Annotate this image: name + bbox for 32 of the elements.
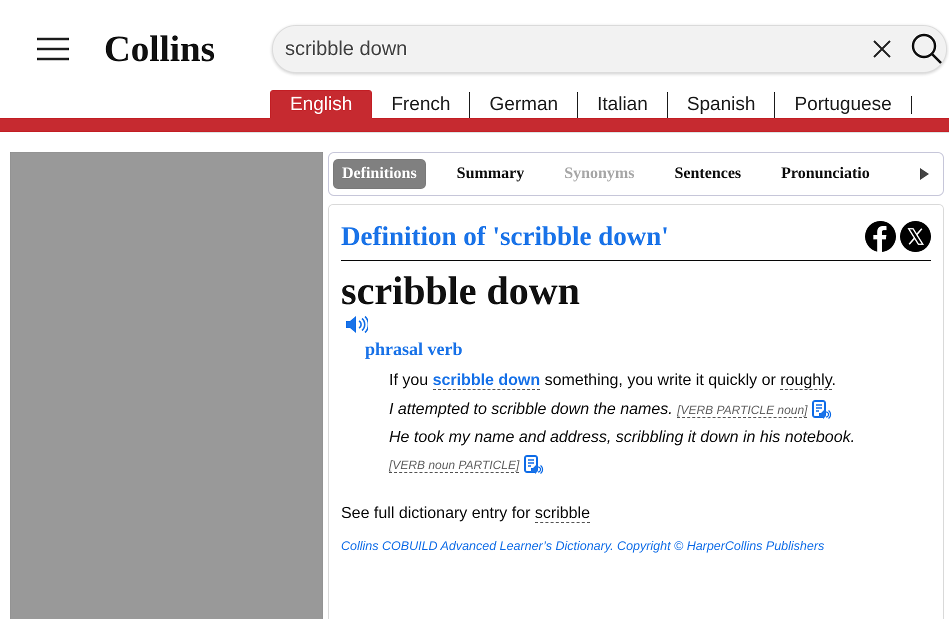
content-tab[interactable]: Summary bbox=[448, 159, 534, 189]
word-link[interactable]: roughly bbox=[780, 372, 832, 390]
word-link[interactable]: scribble down bbox=[432, 372, 540, 390]
document-sound-icon[interactable] bbox=[524, 454, 544, 475]
example-sentence: He took my name and address, scribbling it down in his notebook. bbox=[389, 429, 856, 446]
entry-link[interactable]: scribble bbox=[534, 505, 590, 523]
credit-link[interactable]: Collins COBUILD Advanced Learner’s Dictionary. Copyright © HarperCollins Publishers bbox=[341, 539, 931, 553]
menu-icon[interactable] bbox=[37, 37, 69, 61]
right-arrow-icon[interactable] bbox=[920, 168, 929, 180]
logo[interactable]: Collins bbox=[104, 28, 272, 70]
grammar-pattern[interactable]: [VERB noun PARTICLE] bbox=[389, 458, 520, 473]
facebook-icon[interactable] bbox=[865, 221, 896, 252]
search-icon[interactable] bbox=[911, 33, 943, 65]
see-also-text: See full dictionary entry for bbox=[341, 505, 530, 522]
search-field[interactable]: scribble down bbox=[272, 25, 947, 73]
speaker-icon[interactable] bbox=[346, 316, 368, 333]
content-tab[interactable]: Sentences bbox=[665, 159, 750, 189]
definition-text: . bbox=[832, 372, 836, 389]
headword: scribble down bbox=[341, 267, 581, 314]
x-logo-icon[interactable] bbox=[900, 221, 931, 252]
content-tab[interactable]: Definitions bbox=[333, 159, 426, 189]
definition-title: Definition of 'scribble down' bbox=[341, 221, 670, 252]
definition-text: something, you write it quickly or bbox=[544, 372, 777, 389]
definition-text: If you bbox=[389, 372, 430, 389]
example-sentence: I attempted to scribble down the names. bbox=[389, 401, 673, 418]
grammar-pattern[interactable]: [VERB PARTICLE noun] bbox=[677, 403, 808, 418]
document-sound-icon[interactable] bbox=[812, 400, 832, 420]
part-of-speech: phrasal verb bbox=[365, 339, 464, 360]
language-tab[interactable]: French bbox=[372, 92, 470, 118]
content-tab[interactable]: Pronunciatio bbox=[772, 159, 920, 189]
language-tab[interactable]: English bbox=[270, 90, 372, 118]
close-icon[interactable] bbox=[873, 40, 891, 58]
